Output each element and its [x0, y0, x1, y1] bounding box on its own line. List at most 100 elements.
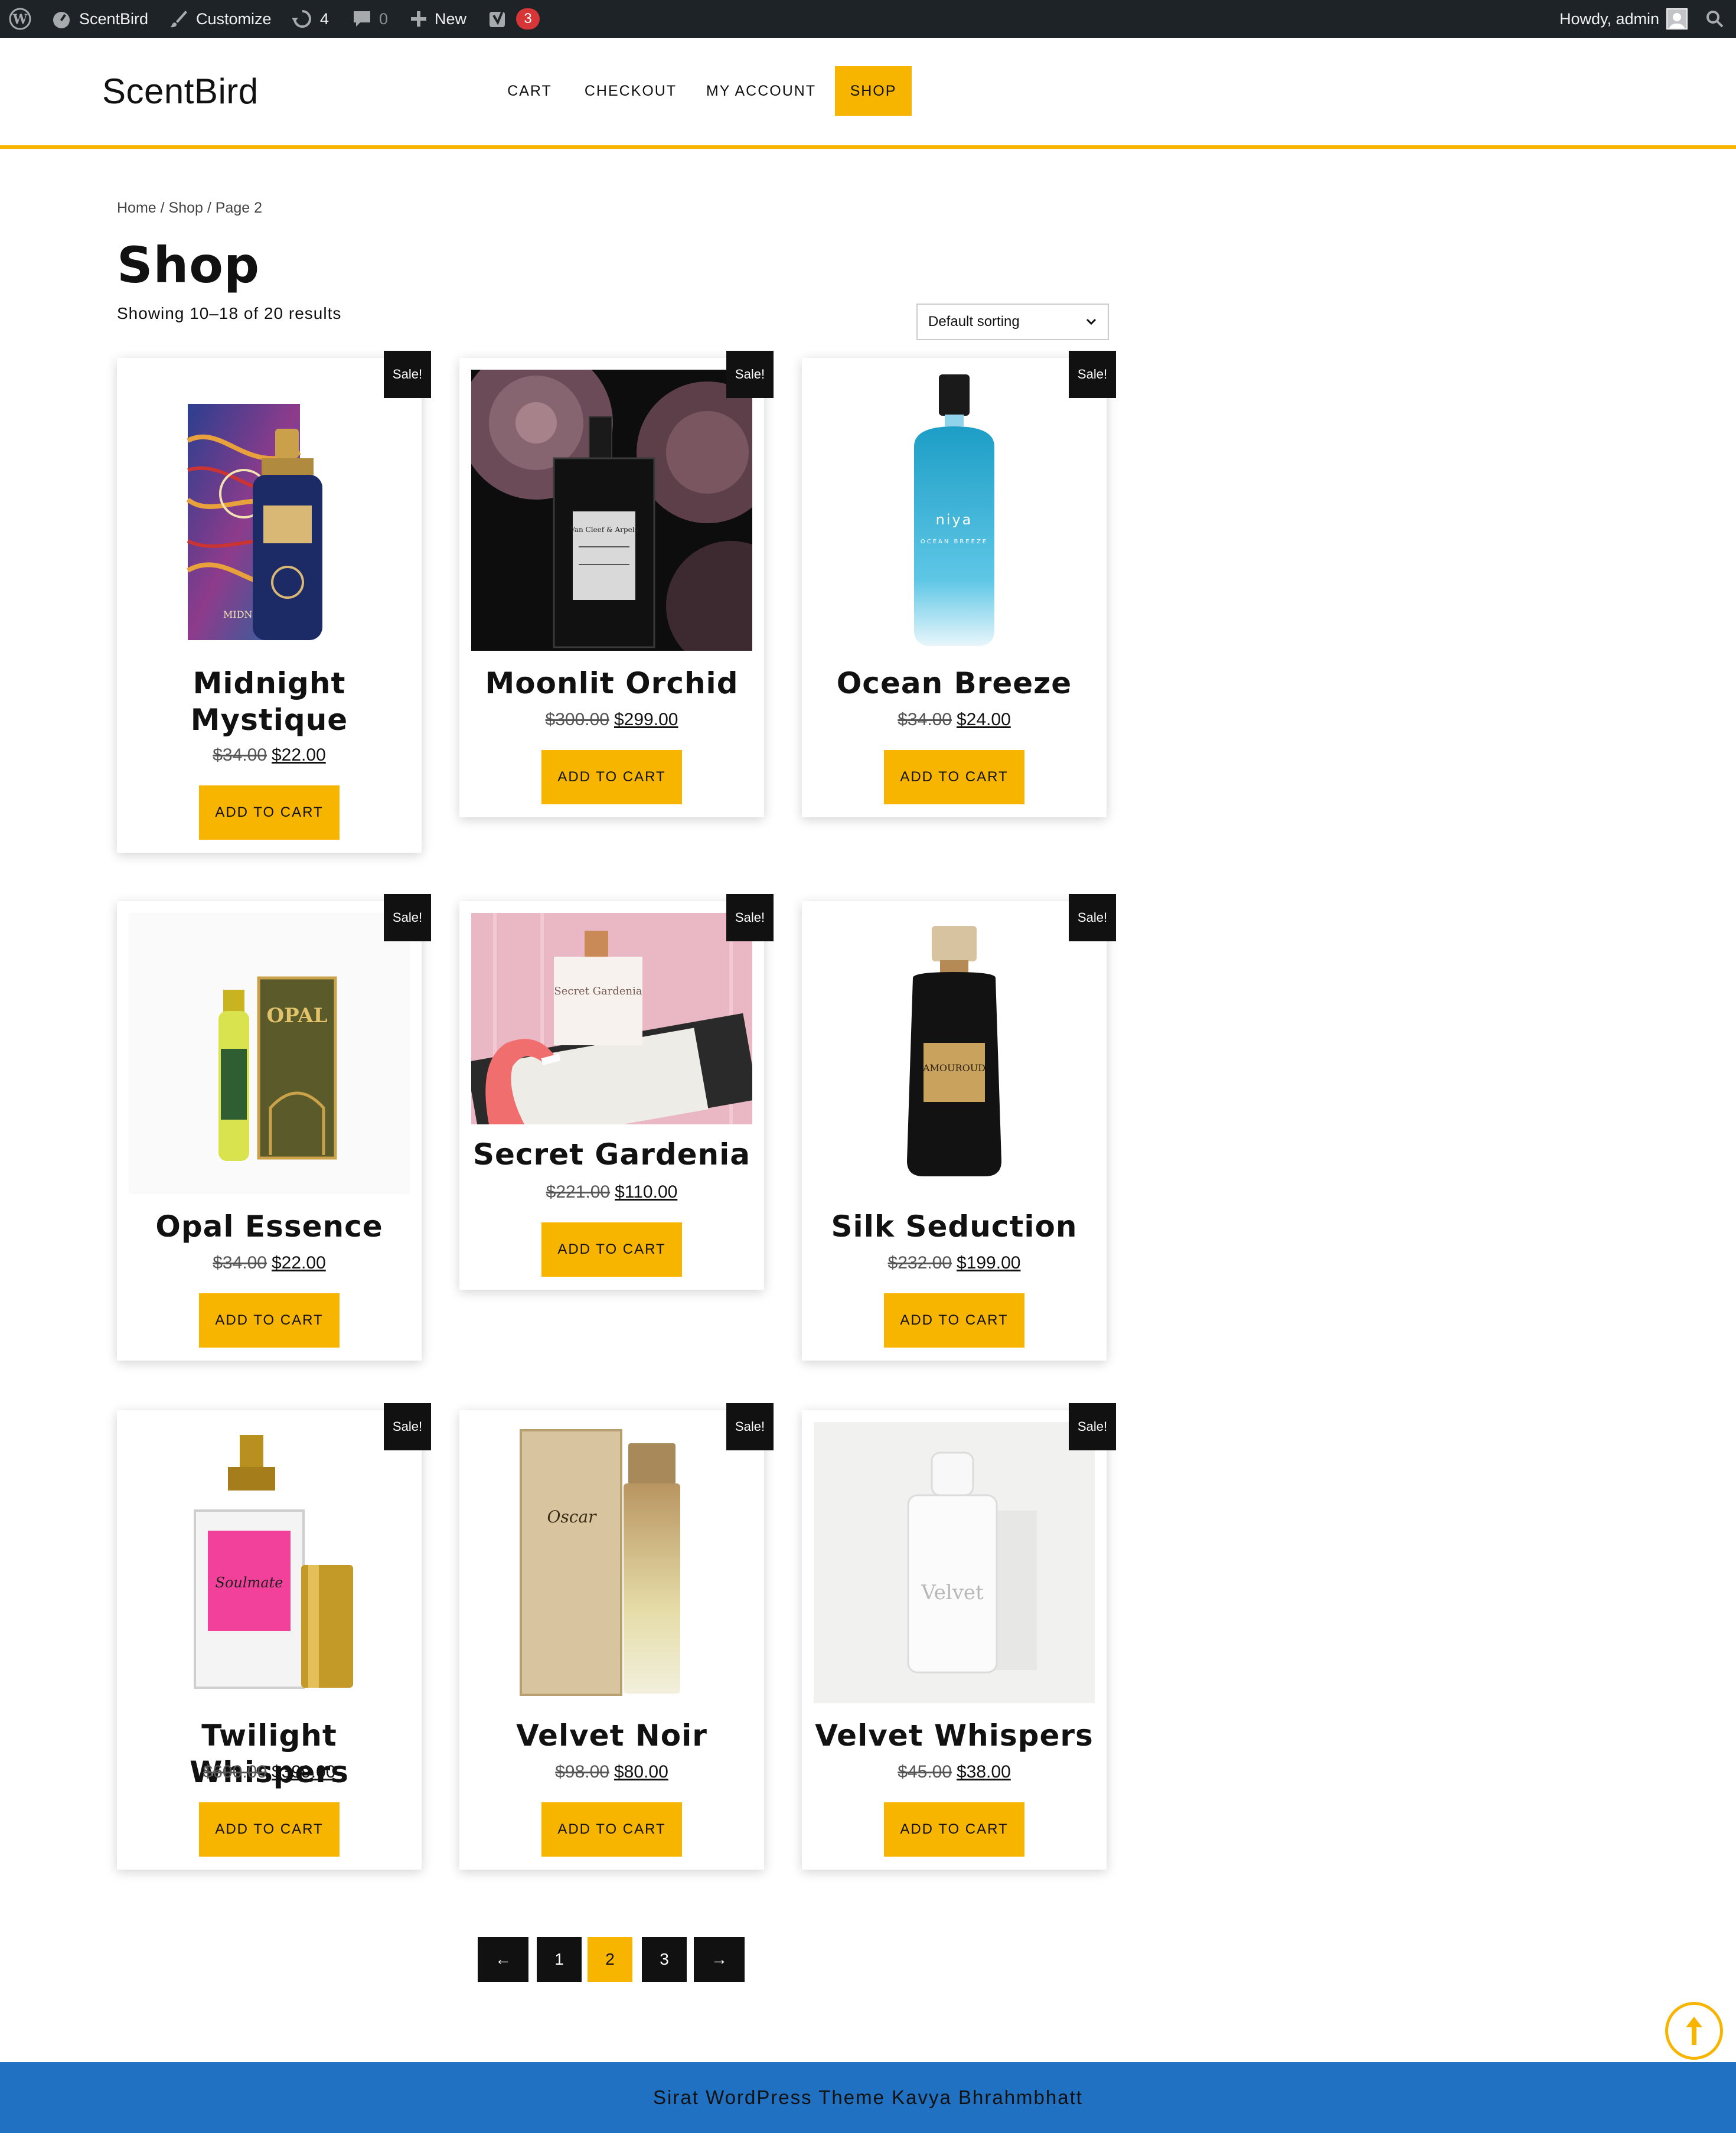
bottle-label: AMOUROUD: [922, 1062, 986, 1074]
sale-price: $399.00: [272, 1762, 336, 1782]
pink-label-perfume-image: Soulmate: [194, 1435, 353, 1689]
bottle-label: Van Cleef & Arpels: [569, 526, 638, 534]
regular-price: $45.00: [898, 1762, 952, 1782]
result-count: Showing 10–18 of 20 results: [117, 304, 342, 322]
product-card: OPAL Sale! Opal Essence $34.00 $22.00 ADD…: [117, 894, 431, 1361]
pagination-page-2: 2: [588, 1937, 632, 1982]
add-to-cart-button[interactable]: ADD TO CART: [541, 1802, 682, 1857]
updates-link[interactable]: 4: [292, 0, 329, 38]
bottle-label: Secret Gardenia: [554, 985, 642, 997]
product-image[interactable]: Soulmate: [129, 1422, 410, 1703]
updates-count: 4: [320, 9, 329, 28]
pagination-prev[interactable]: ←: [478, 1937, 528, 1982]
comment-icon: [354, 11, 370, 27]
product-card: AMOUROUD Sale! Silk Seduction $232.00 $19…: [802, 894, 1116, 1361]
add-to-cart-button[interactable]: ADD TO CART: [541, 1222, 682, 1277]
product-name[interactable]: Opal Essence: [117, 1208, 422, 1245]
product-price: $34.00 $22.00: [117, 745, 422, 765]
product-price: $232.00 $199.00: [802, 1253, 1107, 1273]
sale-badge: Sale!: [384, 894, 431, 941]
chevron-down-icon: [1086, 318, 1097, 325]
footer-credit: Sirat WordPress Theme Kavya Bhrahmbhatt: [653, 2086, 1083, 2108]
product-card: Van Cleef & Arpels Sale! Moonlit Orchid …: [459, 351, 774, 817]
add-to-cart-button[interactable]: ADD TO CART: [199, 1293, 340, 1348]
scroll-to-top-button[interactable]: [1665, 2002, 1723, 2060]
yoast-icon: [490, 9, 505, 27]
bottle-label: Soulmate: [216, 1574, 283, 1591]
sale-badge: Sale!: [726, 351, 774, 398]
add-to-cart-button[interactable]: ADD TO CART: [199, 1802, 340, 1857]
customize-link[interactable]: Customize: [169, 0, 272, 38]
breadcrumb[interactable]: Home / Shop / Page 2: [117, 200, 262, 217]
my-account-link[interactable]: Howdy, admin: [1559, 0, 1688, 38]
pagination-page-3[interactable]: 3: [642, 1937, 687, 1982]
nav-checkout[interactable]: CHECKOUT: [582, 66, 679, 116]
product-card: Soulmate Sale! Twilight Whispers $600.00…: [117, 1403, 431, 1870]
regular-price: $34.00: [898, 710, 952, 729]
regular-price: $34.00: [213, 745, 267, 765]
sale-badge: Sale!: [726, 1403, 774, 1450]
pagination-next[interactable]: →: [694, 1937, 745, 1982]
bottle-label: niya: [936, 511, 973, 528]
sale-price: $38.00: [957, 1762, 1011, 1782]
product-price: $34.00 $24.00: [802, 710, 1107, 730]
product-name[interactable]: Velvet Whispers: [802, 1717, 1107, 1754]
product-image[interactable]: OPAL: [129, 913, 410, 1194]
nav-cart[interactable]: CART: [497, 66, 562, 116]
regular-price: $221.00: [546, 1182, 611, 1202]
add-to-cart-button[interactable]: ADD TO CART: [884, 1802, 1024, 1857]
product-image[interactable]: Velvet: [814, 1422, 1095, 1703]
blue-perfume-bottle-image: niya OCEAN BREEZE: [914, 374, 994, 646]
product-image[interactable]: Van Cleef & Arpels: [471, 370, 752, 651]
sale-badge: Sale!: [1069, 894, 1116, 941]
product-image[interactable]: MIDNIGHT OUD: [129, 370, 410, 651]
add-to-cart-button[interactable]: ADD TO CART: [199, 785, 340, 840]
add-to-cart-button[interactable]: ADD TO CART: [541, 750, 682, 804]
add-to-cart-button[interactable]: ADD TO CART: [884, 1293, 1024, 1348]
wordpress-logo-icon[interactable]: W: [8, 0, 32, 38]
opal-oil-box-image: OPAL: [218, 976, 337, 1161]
pagination-page-1[interactable]: 1: [537, 1937, 582, 1982]
nav-my-account[interactable]: MY ACCOUNT: [701, 66, 821, 116]
product-name[interactable]: Ocean Breeze: [802, 665, 1107, 702]
sale-badge: Sale!: [726, 894, 774, 941]
product-name[interactable]: Silk Seduction: [802, 1208, 1107, 1245]
product-image[interactable]: Oscar: [471, 1422, 752, 1703]
comments-count: 0: [379, 9, 389, 28]
product-name[interactable]: Velvet Noir: [459, 1717, 764, 1754]
product-name[interactable]: Moonlit Orchid: [459, 665, 764, 702]
product-image[interactable]: Secret Gardenia: [471, 913, 752, 1124]
site-name-link[interactable]: ScentBird: [51, 0, 148, 38]
product-image[interactable]: AMOUROUD: [814, 913, 1095, 1194]
site-header: ScentBird CART CHECKOUT MY ACCOUNT SHOP: [0, 38, 1736, 149]
black-bottle-with-roses-image: Van Cleef & Arpels: [471, 370, 752, 651]
add-to-cart-button[interactable]: ADD TO CART: [884, 750, 1024, 804]
product-price: $300.00 $299.00: [459, 710, 764, 730]
sale-badge: Sale!: [384, 1403, 431, 1450]
regular-price: $600.00: [203, 1762, 267, 1782]
pink-flamingo-perfume-image: Secret Gardenia: [471, 913, 752, 1124]
comments-link[interactable]: 0: [352, 0, 388, 38]
sale-price: $22.00: [272, 745, 326, 765]
sale-badge: Sale!: [1069, 351, 1116, 398]
box-label: Oscar: [547, 1507, 597, 1527]
box-label: OPAL: [267, 1004, 328, 1028]
regular-price: $98.00: [555, 1762, 609, 1782]
nav-shop[interactable]: SHOP: [835, 66, 912, 116]
sale-price: $24.00: [957, 710, 1011, 729]
customize-label: Customize: [196, 9, 272, 28]
sale-price: $110.00: [615, 1182, 678, 1202]
site-footer: Sirat WordPress Theme Kavya Bhrahmbhatt: [0, 2062, 1736, 2133]
sorting-select[interactable]: Default sorting: [916, 304, 1109, 340]
site-logo[interactable]: ScentBird: [102, 71, 259, 112]
product-image[interactable]: niya OCEAN BREEZE: [814, 370, 1095, 651]
new-content-link[interactable]: New: [410, 0, 466, 38]
product-name[interactable]: Secret Gardenia: [459, 1136, 764, 1173]
search-icon[interactable]: [1705, 0, 1724, 38]
product-name[interactable]: Midnight Mystique: [117, 665, 422, 738]
yoast-seo-link[interactable]: 3: [488, 0, 540, 38]
product-card: Velvet Sale! Velvet Whispers $45.00 $38.0…: [802, 1403, 1116, 1870]
product-card: niya OCEAN BREEZE Sale! Ocean Breeze $34…: [802, 351, 1116, 817]
sale-badge: Sale!: [1069, 1403, 1116, 1450]
perfume-box-and-bottle-image: MIDNIGHT OUD: [186, 404, 322, 640]
